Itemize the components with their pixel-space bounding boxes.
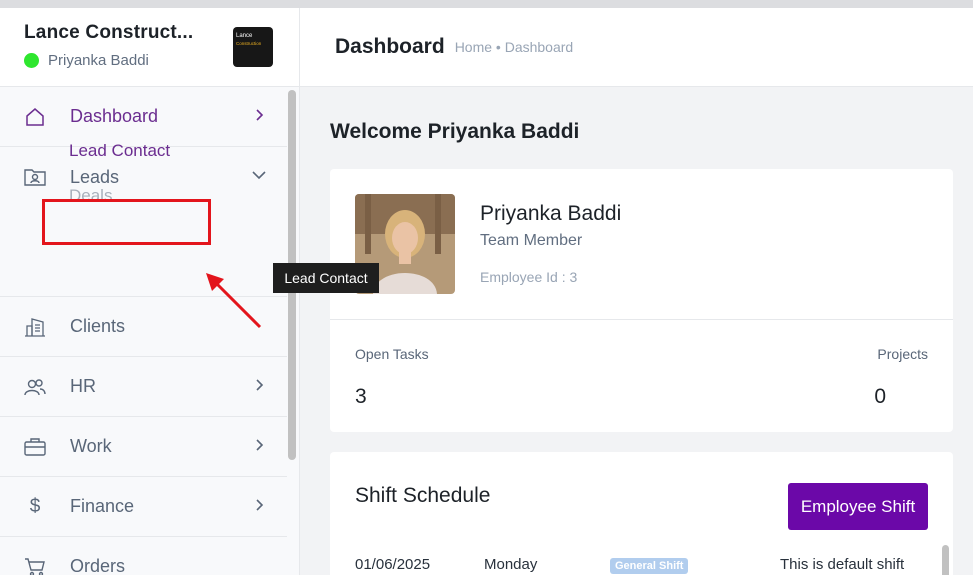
sidebar-item-label: Work bbox=[70, 436, 112, 456]
brand-header[interactable]: Lance Construct... Priyanka Baddi Lance … bbox=[0, 8, 299, 87]
company-logo: Lance Construction bbox=[233, 27, 273, 67]
sidebar-item-finance[interactable]: $ Finance bbox=[0, 477, 287, 537]
employee-shift-button[interactable]: Employee Shift bbox=[788, 483, 928, 530]
shift-day: Monday bbox=[484, 556, 538, 573]
open-tasks-label: Open Tasks bbox=[355, 346, 429, 362]
tooltip: Lead Contact bbox=[273, 263, 379, 293]
briefcase-icon bbox=[24, 436, 46, 458]
shift-schedule-title: Shift Schedule bbox=[355, 484, 491, 507]
shift-note: This is default shift bbox=[780, 556, 905, 573]
open-tasks-value[interactable]: 3 bbox=[355, 385, 367, 409]
employee-id: Employee Id : 3 bbox=[480, 269, 578, 285]
sidebar-item-label: Dashboard bbox=[70, 106, 159, 126]
shift-scrollbar[interactable] bbox=[942, 545, 949, 575]
user-name: Priyanka Baddi bbox=[48, 52, 149, 69]
chevron-down-icon bbox=[252, 171, 266, 180]
online-status-icon bbox=[24, 53, 39, 68]
chevron-right-icon bbox=[256, 109, 264, 121]
projects-value[interactable]: 0 bbox=[874, 385, 886, 409]
projects-label: Projects bbox=[877, 346, 928, 362]
shift-badge: General Shift bbox=[610, 558, 689, 574]
sidebar-item-hr[interactable]: HR bbox=[0, 357, 287, 417]
profile-name: Priyanka Baddi bbox=[480, 202, 622, 225]
sidebar-item-orders[interactable]: Orders bbox=[0, 537, 287, 575]
building-icon bbox=[24, 316, 46, 338]
sidebar-item-dashboard[interactable]: Dashboard bbox=[0, 87, 287, 147]
divider bbox=[330, 319, 953, 320]
page-title: Dashboard bbox=[335, 35, 445, 58]
sidebar-item-label: Finance bbox=[70, 496, 135, 516]
sidebar-item-label: Clients bbox=[70, 316, 126, 336]
breadcrumb[interactable]: Home • Dashboard bbox=[455, 39, 574, 55]
shift-date: 01/06/2025 bbox=[355, 556, 431, 573]
cart-icon bbox=[24, 556, 46, 575]
chevron-right-icon bbox=[256, 499, 264, 511]
sidebar-item-work[interactable]: Work bbox=[0, 417, 287, 477]
users-icon bbox=[24, 376, 46, 398]
welcome-heading: Welcome Priyanka Baddi bbox=[330, 120, 580, 143]
shift-schedule-card: Shift Schedule Employee Shift 01/06/2025… bbox=[330, 452, 953, 575]
sidebar-subitem-lead-contact[interactable]: Lead Contact bbox=[69, 141, 170, 161]
home-icon bbox=[24, 106, 46, 128]
chevron-right-icon bbox=[256, 379, 264, 391]
page-header: Dashboard Home • Dashboard bbox=[300, 8, 973, 87]
sidebar-item-label: HR bbox=[70, 376, 96, 396]
profile-card: Priyanka Baddi Team Member Employee Id :… bbox=[330, 169, 953, 432]
chevron-right-icon bbox=[256, 439, 264, 451]
profile-role: Team Member bbox=[480, 232, 583, 249]
sidebar-item-label: Orders bbox=[70, 556, 126, 575]
annotation-arrow-icon bbox=[206, 273, 262, 329]
annotation-highlight-box bbox=[42, 199, 211, 245]
sidebar-item-label: Leads bbox=[70, 166, 120, 187]
top-strip bbox=[0, 0, 973, 8]
leads-icon bbox=[24, 166, 46, 188]
dollar-icon: $ bbox=[29, 495, 41, 517]
